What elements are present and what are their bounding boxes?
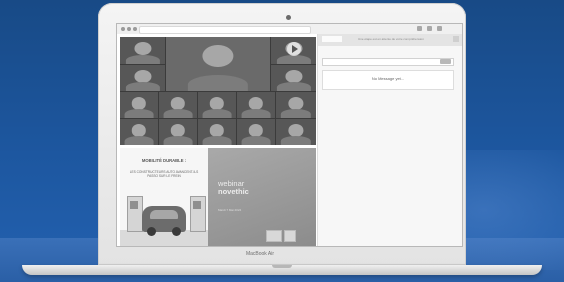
charging-station-icon xyxy=(190,196,206,232)
electric-car-icon xyxy=(142,206,186,236)
close-icon[interactable] xyxy=(453,36,459,42)
address-bar[interactable] xyxy=(139,26,311,34)
participant-video-tile[interactable] xyxy=(198,119,236,145)
chat-logo-icon xyxy=(322,36,342,42)
qr-code-icon xyxy=(284,230,296,242)
slide-subtitle: LES CONSTRUCTEURS AUTO AVANCENT-ILS PASS… xyxy=(129,170,199,178)
laptop-lid: MOBILITÉ DURABLE : LES CONSTRUCTEURS AUT… xyxy=(98,3,466,265)
send-button[interactable] xyxy=(440,59,451,64)
chat-panel: Une étape est en attente de votre compré… xyxy=(317,34,462,246)
presenter-video-tile[interactable] xyxy=(166,37,270,91)
brand-name: novethic xyxy=(218,187,249,196)
partner-logo-icon xyxy=(266,230,282,242)
participant-video-tile[interactable] xyxy=(120,65,165,91)
extension-icon[interactable] xyxy=(427,26,432,31)
presentation-slide: MOBILITÉ DURABLE : LES CONSTRUCTEURS AUT… xyxy=(120,148,316,246)
chat-message-input[interactable] xyxy=(322,58,454,66)
participant-video-tile[interactable] xyxy=(271,37,316,64)
play-icon[interactable] xyxy=(286,42,301,57)
road xyxy=(120,230,208,246)
laptop-base xyxy=(22,265,542,275)
chat-header: Une étape est en attente de votre compré… xyxy=(318,34,462,46)
participant-video-tile[interactable] xyxy=(120,37,165,64)
laptop-screen: MOBILITÉ DURABLE : LES CONSTRUCTEURS AUT… xyxy=(116,23,463,247)
menu-icon[interactable] xyxy=(437,26,442,31)
no-messages-text: No Message yet... xyxy=(371,76,405,81)
participant-video-tile[interactable] xyxy=(276,119,316,145)
participant-video-tile[interactable] xyxy=(271,65,316,91)
participant-video-tile[interactable] xyxy=(237,119,275,145)
slide-title: MOBILITÉ DURABLE : xyxy=(141,158,187,163)
video-call-grid xyxy=(120,37,316,145)
participant-video-tile[interactable] xyxy=(276,92,316,118)
participant-video-tile[interactable] xyxy=(237,92,275,118)
window-maximize-icon[interactable] xyxy=(133,27,137,31)
slide-date: Mardi 7 Mai 2024 xyxy=(218,208,242,212)
slide-branding: webinar novethic Mardi 7 Mai 2024 xyxy=(208,148,316,246)
lid-notch xyxy=(272,265,292,268)
window-close-icon[interactable] xyxy=(121,27,125,31)
slide-illustration: MOBILITÉ DURABLE : LES CONSTRUCTEURS AUT… xyxy=(120,148,208,246)
chat-messages-box: No Message yet... xyxy=(322,70,454,90)
charging-station-icon xyxy=(127,196,143,232)
chat-header-text: Une étape est en attente de votre compré… xyxy=(358,37,424,41)
webcam-icon xyxy=(286,15,291,20)
webinar-main-pane: MOBILITÉ DURABLE : LES CONSTRUCTEURS AUT… xyxy=(117,34,317,246)
extension-icon[interactable] xyxy=(417,26,422,31)
participant-video-tile[interactable] xyxy=(120,92,158,118)
participant-video-tile[interactable] xyxy=(120,119,158,145)
participant-video-tile[interactable] xyxy=(159,119,197,145)
participant-video-tile[interactable] xyxy=(159,92,197,118)
laptop-model-label: MacBook Air xyxy=(245,251,275,257)
window-minimize-icon[interactable] xyxy=(127,27,131,31)
participant-video-tile[interactable] xyxy=(198,92,236,118)
